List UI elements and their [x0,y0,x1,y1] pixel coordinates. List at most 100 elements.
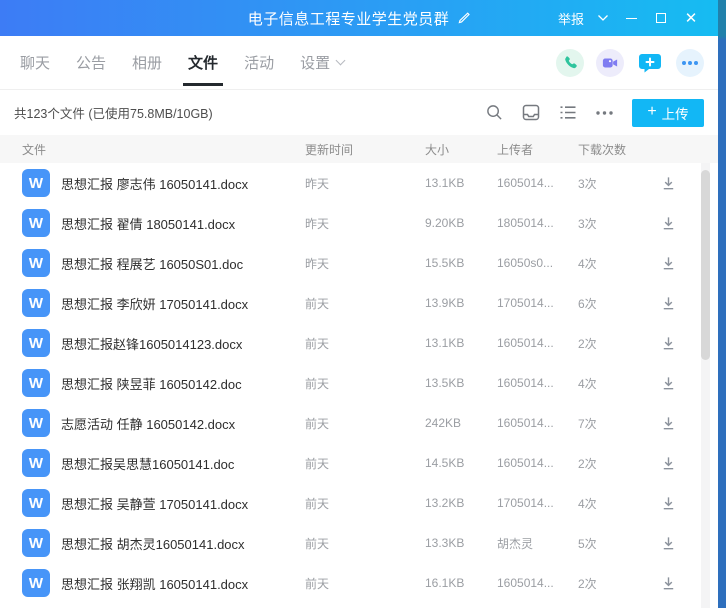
word-file-icon: W [22,489,50,517]
file-name: 思想汇报吴思慧16050141.doc [61,454,234,473]
chat-plus-icon [637,50,663,76]
close-icon: ✕ [685,11,698,26]
group-action-icons [556,49,704,77]
file-name: 思想汇报 程展艺 16050S01.doc [61,254,243,273]
download-button[interactable] [656,295,680,312]
file-row[interactable]: W 思想汇报 胡杰灵16050141.docx 前天 13.3KB 胡杰灵 5次 [0,523,718,563]
file-row[interactable]: W 思想汇报 廖志伟 16050141.docx 昨天 13.1KB 16050… [0,163,718,203]
inbox-icon [522,104,540,121]
word-file-icon: W [22,569,50,597]
download-icon [660,255,677,272]
tab-activity[interactable]: 活动 [242,36,276,90]
tab-chat-label: 聊天 [20,52,50,73]
window-title: 电子信息工程专业学生党员群 [248,8,450,29]
report-button[interactable]: 举报 [552,0,590,36]
download-icon [660,375,677,392]
file-download-count: 7次 [578,415,652,432]
file-name: 思想汇报 吴静萱 17050141.docx [61,494,248,513]
minimize-button[interactable] [616,0,646,36]
more-apps-button[interactable] [676,49,704,77]
close-button[interactable]: ✕ [676,0,706,36]
file-uploader: 1705014... [497,496,578,510]
maximize-button[interactable] [646,0,676,36]
tab-settings[interactable]: 设置 [298,36,346,90]
file-row[interactable]: W 思想汇报 吴静萱 17050141.docx 前天 13.2KB 17050… [0,483,718,523]
more-options-button[interactable] [596,111,613,115]
file-name: 思想汇报 张翔凯 16050141.docx [61,574,248,593]
download-button[interactable] [656,335,680,352]
file-table-header: 文件 更新时间 大小 上传者 下载次数 [0,135,718,163]
video-call-button[interactable] [596,49,624,77]
share-chat-button[interactable] [636,49,664,77]
file-uploader: 胡杰灵 [497,535,578,552]
more-options-icon [596,111,613,115]
download-button[interactable] [656,415,680,432]
edit-group-name-icon[interactable] [456,11,470,25]
download-button[interactable] [656,495,680,512]
voice-call-button[interactable] [556,49,584,77]
column-header-update-time: 更新时间 [305,141,425,158]
scrollbar-thumb[interactable] [701,170,710,360]
download-button[interactable] [656,255,680,272]
file-download-count: 6次 [578,295,652,312]
word-file-icon: W [22,529,50,557]
maximize-icon [656,13,666,23]
tab-files[interactable]: 文件 [186,36,220,90]
upload-button-label: 上传 [662,103,689,123]
file-row[interactable]: W 思想汇报 程展艺 16050S01.doc 昨天 15.5KB 16050s… [0,243,718,283]
tab-announcement[interactable]: 公告 [74,36,108,90]
file-row[interactable]: W 思想汇报 翟倩 18050141.docx 昨天 9.20KB 180501… [0,203,718,243]
file-list: W 思想汇报 廖志伟 16050141.docx 昨天 13.1KB 16050… [0,163,718,603]
word-file-icon: W [22,209,50,237]
download-icon [660,215,677,232]
ellipsis-icon [681,60,699,66]
file-update-time: 昨天 [305,175,425,192]
search-icon [486,104,503,121]
download-button[interactable] [656,175,680,192]
download-button[interactable] [656,375,680,392]
file-size: 242KB [425,416,497,430]
file-name: 思想汇报 翟倩 18050141.docx [61,214,235,233]
tab-files-label: 文件 [188,52,218,73]
file-update-time: 前天 [305,535,425,552]
file-name: 思想汇报赵锋1605014123.docx [61,334,242,353]
file-size: 13.1KB [425,176,497,190]
file-name: 思想汇报 廖志伟 16050141.docx [61,174,248,193]
file-toolbar: 共123个文件 (已使用75.8MB/10GB) + 上传 [0,90,718,135]
tab-announcement-label: 公告 [76,52,106,73]
download-button[interactable] [656,455,680,472]
file-update-time: 前天 [305,415,425,432]
file-size: 14.5KB [425,456,497,470]
file-name: 思想汇报 胡杰灵16050141.docx [61,534,245,553]
report-dropdown-chevron-icon[interactable] [590,0,616,36]
file-update-time: 昨天 [305,255,425,272]
download-button[interactable] [656,575,680,592]
download-button[interactable] [656,215,680,232]
download-button[interactable] [656,535,680,552]
list-view-button[interactable] [559,105,577,120]
phone-icon [563,55,578,70]
tab-chat[interactable]: 聊天 [18,36,52,90]
toolbar-icons: + 上传 [486,99,704,127]
file-row[interactable]: W 思想汇报 陕昱菲 16050142.doc 前天 13.5KB 160501… [0,363,718,403]
download-icon [660,495,677,512]
file-download-count: 2次 [578,575,652,592]
file-download-count: 2次 [578,335,652,352]
video-camera-icon [602,56,618,70]
my-downloads-button[interactable] [522,104,540,121]
word-file-icon: W [22,169,50,197]
search-button[interactable] [486,104,503,121]
file-row[interactable]: W 思想汇报 张翔凯 16050141.docx 前天 16.1KB 16050… [0,563,718,603]
word-file-icon: W [22,289,50,317]
word-file-icon: W [22,409,50,437]
tab-album[interactable]: 相册 [130,36,164,90]
file-row[interactable]: W 志愿活动 任静 16050142.docx 前天 242KB 1605014… [0,403,718,443]
file-row[interactable]: W 思想汇报吴思慧16050141.doc 前天 14.5KB 1605014.… [0,443,718,483]
file-uploader: 1605014... [497,376,578,390]
download-icon [660,295,677,312]
upload-button[interactable]: + 上传 [632,99,704,127]
file-row[interactable]: W 思想汇报 李欣妍 17050141.docx 前天 13.9KB 17050… [0,283,718,323]
file-size: 13.3KB [425,536,497,550]
file-row[interactable]: W 思想汇报赵锋1605014123.docx 前天 13.1KB 160501… [0,323,718,363]
file-update-time: 前天 [305,295,425,312]
